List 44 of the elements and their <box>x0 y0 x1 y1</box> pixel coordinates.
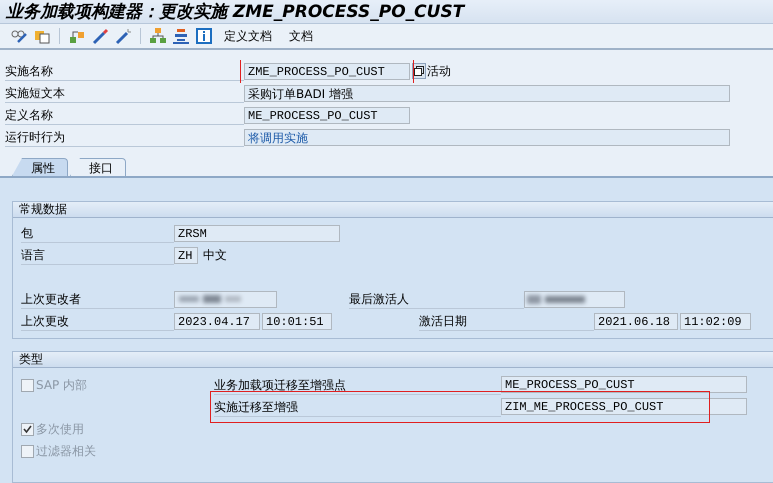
group-title: 常规数据 <box>13 202 773 218</box>
input-field[interactable]: ZME_PROCESS_PO_CUST <box>244 62 410 80</box>
field-label: 运行时行为 <box>5 128 244 146</box>
input-field[interactable]: ZRSM <box>174 224 340 242</box>
tab[interactable]: 接口 <box>70 158 126 176</box>
toggle-button[interactable] <box>412 63 426 79</box>
field-label: 上次更改者 <box>21 290 174 308</box>
toolbar-button[interactable]: 文档 <box>283 28 319 44</box>
input-field[interactable]: 2023.04.17 <box>174 312 260 330</box>
field-label: 定义名称 <box>5 106 244 124</box>
toolbar-button[interactable]: 定义文档 <box>218 28 278 44</box>
field-label: 实施名称 <box>5 62 244 80</box>
window-title: 业务加载项构建器：更改实施 ZME_PROCESS_PO_CUST <box>0 0 773 24</box>
input-field[interactable]: 2021.06.18 <box>594 312 678 330</box>
org-chart-icon[interactable] <box>149 27 167 45</box>
input-field[interactable]: ZIM_ME_PROCESS_PO_CUST <box>501 398 747 414</box>
checkbox-label: 多次使用 <box>36 420 84 438</box>
checkbox-label: SAP 内部 <box>36 376 88 394</box>
stack-icon[interactable] <box>172 27 190 45</box>
link-field[interactable]: 将调用实施 <box>244 128 730 146</box>
field-label: 实施迁移至增强 <box>214 398 501 416</box>
input-field[interactable]: ME_PROCESS_PO_CUST <box>501 376 747 392</box>
checkbox-label: 过滤器相关 <box>36 442 96 460</box>
input-field[interactable]: ZH <box>174 246 198 264</box>
input-field[interactable]: 10:01:51 <box>262 312 332 330</box>
input-field[interactable] <box>524 290 625 308</box>
field-label: 上次更改 <box>21 312 174 330</box>
language-name: 中文 <box>203 246 227 264</box>
input-field[interactable] <box>174 290 277 308</box>
input-field[interactable]: ME_PROCESS_PO_CUST <box>244 106 410 124</box>
info-icon[interactable] <box>195 27 213 45</box>
field-label: 最后激活人 <box>349 290 524 308</box>
field-label: 业务加载项迁移至增强点 <box>214 376 501 394</box>
magic-wand-icon[interactable] <box>114 27 132 45</box>
field-label: 包 <box>21 224 174 242</box>
toggle-label: 活动 <box>427 62 451 80</box>
field-label: 激活日期 <box>419 312 594 330</box>
tab[interactable]: 属性 <box>12 158 68 176</box>
field-label: 语言 <box>21 246 174 264</box>
input-field[interactable]: 11:02:09 <box>680 312 751 330</box>
field-label: 实施短文本 <box>5 84 244 102</box>
group-title: 类型 <box>13 352 773 368</box>
magic-wand-icon[interactable] <box>91 27 109 45</box>
input-field[interactable]: 采购订单BADI 增强 <box>244 84 730 102</box>
